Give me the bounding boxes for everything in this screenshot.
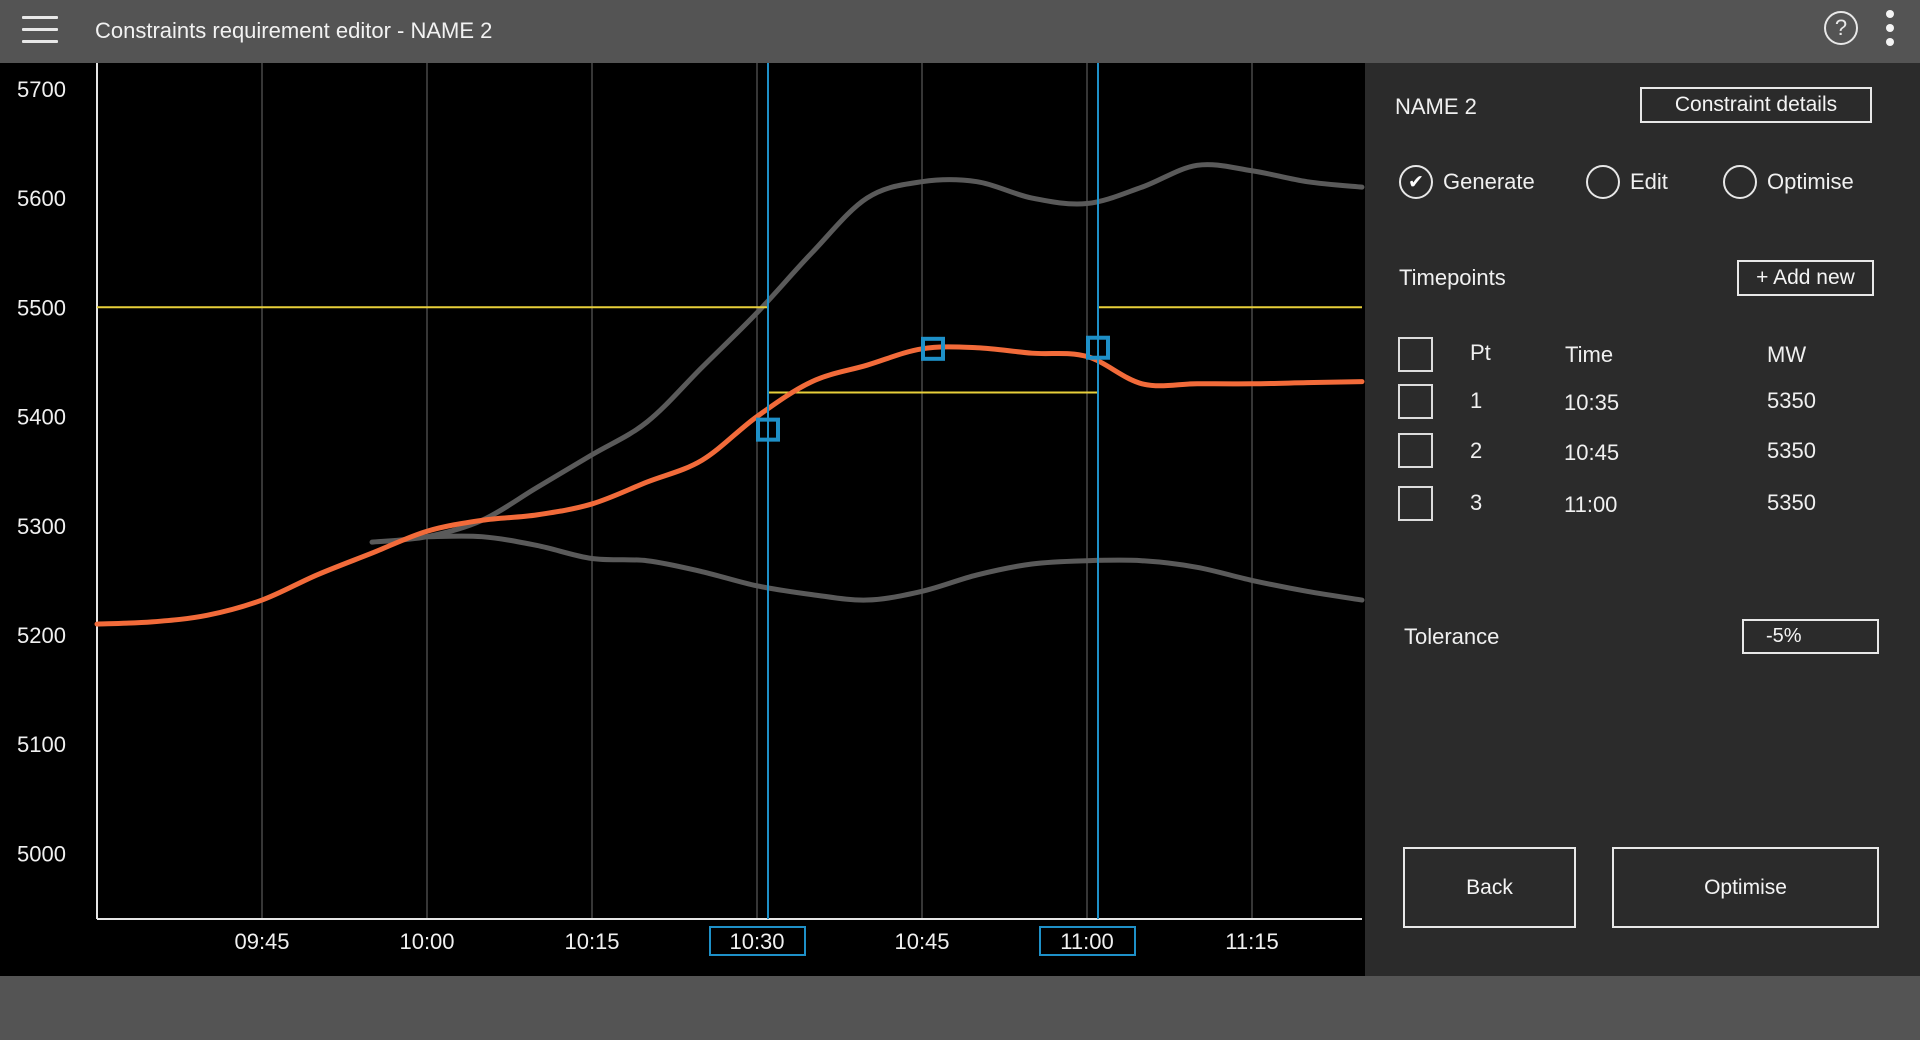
check-icon: ✔ [1399, 165, 1433, 199]
chart-area[interactable]: 5700 5600 5500 5400 5300 5200 5100 5000 09:45 10:… [0, 63, 1365, 976]
top-bar: Constraints requirement editor - NAME 2 … [0, 0, 1920, 63]
table-cell-time: 10:45 [1564, 440, 1620, 465]
help-icon[interactable]: ? [1824, 11, 1858, 45]
more-vertical-icon[interactable] [1880, 10, 1900, 50]
radio-generate[interactable]: ✔ Generate [1399, 165, 1535, 199]
lower-band-line [424, 533, 1365, 603]
tolerance-label: Tolerance [1404, 624, 1500, 649]
y-tick-label: 5700 [17, 77, 66, 102]
table-cell-pt: 1 [1470, 388, 1483, 413]
row-checkbox[interactable] [1398, 486, 1433, 521]
constraint-name: NAME 2 [1395, 94, 1477, 119]
back-button[interactable]: Back [1403, 847, 1576, 928]
y-tick-label: 5400 [17, 405, 66, 430]
upper-band-line [369, 162, 1365, 545]
row-checkbox[interactable] [1398, 433, 1433, 468]
table-cell-time: 11:00 [1564, 492, 1618, 517]
x-tick-label: 11:00 [1060, 929, 1113, 954]
x-tick-label: 10:00 [399, 929, 454, 954]
page-title: Constraints requirement editor - NAME 2 [95, 18, 493, 43]
x-tick-label: 09:45 [234, 929, 289, 954]
constraint-chart[interactable]: 5700 5600 5500 5400 5300 5200 5100 5000 09:45 10:… [0, 63, 1365, 976]
side-panel [1365, 63, 1920, 976]
optimise-button[interactable]: Optimise [1612, 847, 1879, 928]
radio-generate-label: Generate [1443, 169, 1535, 194]
table-cell-time: 10:35 [1564, 390, 1620, 415]
forecast-line [94, 344, 1365, 627]
add-new-button[interactable]: + Add new [1737, 260, 1874, 296]
y-tick-label: 5300 [17, 514, 66, 539]
y-tick-label: 5600 [17, 186, 66, 211]
radio-edit[interactable]: Edit [1586, 165, 1668, 199]
hamburger-menu-icon[interactable] [20, 14, 60, 48]
limit-line [97, 306, 1362, 394]
select-all-checkbox[interactable] [1398, 337, 1433, 372]
y-tick-label: 5000 [17, 841, 66, 866]
y-tick-label: 5100 [17, 732, 66, 757]
x-tick-label: 10:15 [564, 929, 619, 954]
y-tick-label: 5200 [17, 623, 66, 648]
table-cell-mw: 5350 [1767, 438, 1816, 463]
constraint-details-button[interactable]: Constraint details [1640, 87, 1872, 123]
table-cell-pt: 3 [1470, 490, 1483, 515]
row-checkbox[interactable] [1398, 384, 1433, 419]
radio-circle-icon [1723, 165, 1757, 199]
bottom-bar [0, 976, 1920, 1040]
table-cell-mw: 5350 [1767, 490, 1816, 515]
radio-circle-icon [1586, 165, 1620, 199]
radio-optimise-label: Optimise [1767, 169, 1854, 194]
column-header-mw: MW [1767, 342, 1807, 367]
table-cell-mw: 5350 [1767, 388, 1816, 413]
radio-optimise[interactable]: Optimise [1723, 165, 1854, 199]
radio-edit-label: Edit [1630, 169, 1668, 194]
column-header-pt: Pt [1470, 340, 1491, 365]
timepoints-label: Timepoints [1399, 265, 1506, 290]
x-tick-label: 11:15 [1225, 929, 1278, 954]
table-cell-pt: 2 [1470, 438, 1483, 463]
column-header-time: Time [1565, 342, 1614, 367]
x-tick-label: 10:30 [729, 929, 784, 954]
x-tick-label: 10:45 [894, 929, 949, 954]
y-tick-label: 5500 [17, 295, 66, 320]
tolerance-input[interactable] [1742, 619, 1879, 654]
